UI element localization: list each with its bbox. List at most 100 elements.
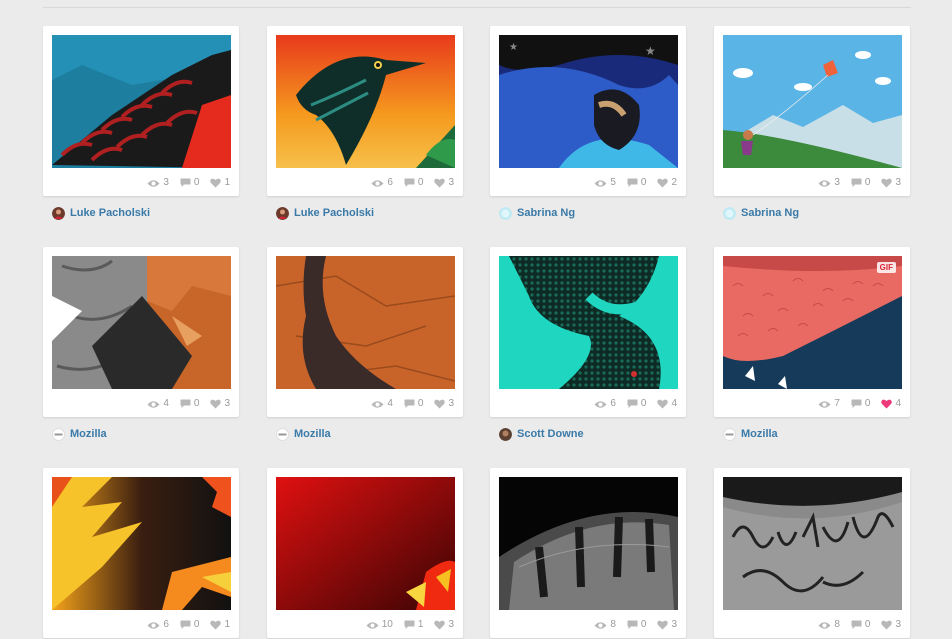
- shot-card[interactable]: 3 0 3: [714, 26, 910, 196]
- avatar: [276, 427, 289, 441]
- shot-stats: 3 0 3: [818, 176, 901, 190]
- shot-card[interactable]: 4 0 3: [267, 247, 463, 417]
- speech-bubble-icon: [627, 620, 638, 629]
- author-name: Sabrina Ng: [741, 207, 800, 219]
- views-value: 5: [610, 177, 616, 188]
- avatar: [499, 427, 512, 441]
- shot-card[interactable]: GIF 7 0 4: [714, 247, 910, 417]
- views-value: 3: [163, 177, 169, 188]
- eye-icon: [147, 400, 160, 408]
- comments-count[interactable]: 0: [180, 397, 199, 411]
- author-link[interactable]: Scott Downe: [499, 426, 584, 442]
- shot-thumbnail[interactable]: [723, 35, 902, 168]
- views-value: 6: [163, 619, 169, 630]
- shot-thumbnail[interactable]: [276, 477, 455, 610]
- shot-stats: 4 0 3: [371, 397, 454, 411]
- likes-count[interactable]: 4: [657, 397, 677, 411]
- heart-icon: [657, 399, 669, 409]
- likes-count[interactable]: 4: [881, 397, 901, 411]
- shot-card[interactable]: 3 0 1: [43, 26, 239, 196]
- likes-count[interactable]: 3: [210, 397, 230, 411]
- shot-thumbnail[interactable]: [723, 477, 902, 610]
- comments-count[interactable]: 1: [404, 618, 423, 632]
- likes-count[interactable]: 3: [881, 176, 901, 190]
- shot-stats: 7 0 4: [818, 397, 901, 411]
- author-link[interactable]: Luke Pacholski: [52, 205, 150, 221]
- shot-thumbnail[interactable]: [52, 256, 231, 389]
- shot-thumbnail[interactable]: [499, 256, 678, 389]
- shot-card[interactable]: 8 0 3: [714, 468, 910, 638]
- speech-bubble-icon: [851, 178, 862, 187]
- heart-icon: [434, 399, 446, 409]
- eye-icon: [594, 179, 607, 187]
- shot-thumbnail[interactable]: [52, 35, 231, 168]
- shot-thumbnail[interactable]: [52, 477, 231, 610]
- shot-stats: 4 0 3: [147, 397, 230, 411]
- shot-card[interactable]: 10 1 3: [267, 468, 463, 638]
- likes-count[interactable]: 1: [210, 176, 230, 190]
- shot-thumbnail[interactable]: [499, 477, 678, 610]
- comments-count[interactable]: 0: [851, 397, 870, 411]
- author-name: Mozilla: [294, 428, 331, 440]
- author-link[interactable]: Sabrina Ng: [499, 205, 575, 221]
- shot-thumbnail[interactable]: [276, 256, 455, 389]
- shot-thumbnail[interactable]: ★ ★: [499, 35, 678, 168]
- shot-card[interactable]: 4 0 3: [43, 247, 239, 417]
- views-count: 10: [366, 618, 393, 632]
- author-link[interactable]: Mozilla: [276, 426, 331, 442]
- author-link[interactable]: Luke Pacholski: [276, 205, 374, 221]
- likes-count[interactable]: 3: [434, 618, 454, 632]
- likes-count[interactable]: 3: [434, 397, 454, 411]
- avatar: [499, 206, 512, 220]
- shot-card[interactable]: ★ ★ 5 0 2: [490, 26, 686, 196]
- heart-icon: [210, 620, 222, 630]
- comments-count[interactable]: 0: [404, 176, 423, 190]
- shot-thumbnail[interactable]: GIF: [723, 256, 902, 389]
- views-count: 5: [594, 176, 616, 190]
- comments-value: 0: [640, 398, 647, 409]
- views-count: 4: [371, 397, 393, 411]
- eye-icon: [371, 400, 384, 408]
- speech-bubble-icon: [180, 620, 191, 629]
- comments-count[interactable]: 0: [404, 397, 423, 411]
- comments-count[interactable]: 0: [180, 618, 199, 632]
- likes-value: 1: [224, 619, 230, 630]
- comments-count[interactable]: 0: [627, 176, 647, 190]
- heart-icon: [881, 620, 893, 630]
- avatar: [52, 427, 65, 441]
- shot-card[interactable]: 8 0 3: [490, 468, 686, 638]
- views-value: 7: [834, 398, 840, 409]
- author-link[interactable]: Mozilla: [723, 426, 778, 442]
- views-count: 8: [594, 618, 616, 632]
- speech-bubble-icon: [851, 399, 862, 408]
- author-link[interactable]: Mozilla: [52, 426, 107, 442]
- speech-bubble-icon: [404, 399, 415, 408]
- likes-count[interactable]: 3: [657, 618, 677, 632]
- shot-card[interactable]: 6 0 1: [43, 468, 239, 638]
- shot-stats: 6 0 4: [594, 397, 677, 411]
- likes-count[interactable]: 3: [881, 618, 901, 632]
- eye-icon: [147, 179, 160, 187]
- shot-card[interactable]: 6 0 3: [267, 26, 463, 196]
- shot-thumbnail[interactable]: [276, 35, 455, 168]
- likes-count[interactable]: 2: [657, 176, 677, 190]
- views-count: 3: [147, 176, 169, 190]
- comments-count[interactable]: 0: [851, 618, 870, 632]
- speech-bubble-icon: [627, 178, 638, 187]
- comments-value: 0: [640, 177, 647, 188]
- comments-count[interactable]: 0: [627, 397, 647, 411]
- likes-count[interactable]: 1: [210, 618, 230, 632]
- author-link[interactable]: Sabrina Ng: [723, 205, 799, 221]
- speech-bubble-icon: [404, 178, 415, 187]
- speech-bubble-icon: [404, 620, 415, 629]
- shot-card[interactable]: 6 0 4: [490, 247, 686, 417]
- speech-bubble-icon: [851, 620, 862, 629]
- comments-count[interactable]: 0: [627, 618, 647, 632]
- likes-count[interactable]: 3: [434, 176, 454, 190]
- comments-count[interactable]: 0: [180, 176, 199, 190]
- views-count: 8: [818, 618, 840, 632]
- speech-bubble-icon: [180, 399, 191, 408]
- comments-count[interactable]: 0: [851, 176, 870, 190]
- heart-icon: [210, 399, 222, 409]
- comments-value: 0: [640, 619, 647, 630]
